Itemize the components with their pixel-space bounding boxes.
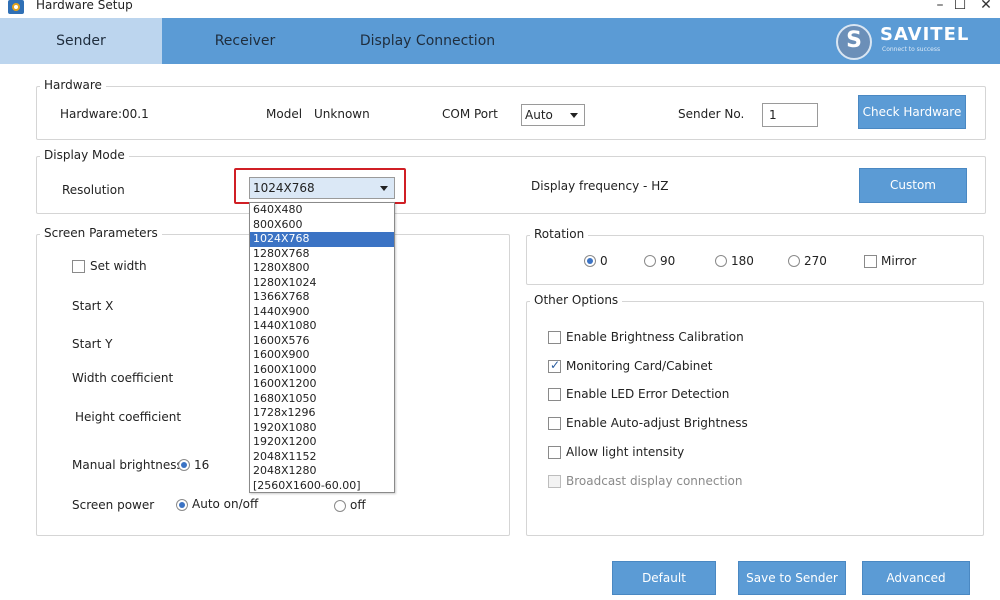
resolution-option[interactable]: 1280X1024 [250,276,394,291]
rotation-270-radio[interactable] [788,255,800,267]
rotation-180-radio[interactable] [715,255,727,267]
resolution-label: Resolution [62,183,125,197]
power-off-label: off [350,498,366,512]
resolution-option[interactable]: 1280X768 [250,247,394,262]
hardware-group-title: Hardware [40,78,106,92]
resolution-option[interactable]: 2048X1152 [250,450,394,465]
resolution-option[interactable]: 1440X900 [250,305,394,320]
resolution-option[interactable]: 1920X1200 [250,435,394,450]
rotation-0-radio[interactable] [584,255,596,267]
screen-power-label: Screen power [72,498,155,512]
sender-no-input[interactable]: 1 [762,103,818,127]
default-button[interactable]: Default [612,561,716,595]
logo-badge-icon: S [836,24,872,60]
light-intensity-label: Allow light intensity [566,445,685,459]
rotation-180-label: 180 [731,254,754,268]
resolution-option[interactable]: 1600X576 [250,334,394,349]
title-bar: Hardware Setup – ☐ ✕ [0,0,1000,18]
manual-brightness-value: 16 [194,458,210,472]
width-coefficient-label: Width coefficient [72,371,174,385]
advanced-button[interactable]: Advanced [862,561,970,595]
auto-adjust-brightness-label: Enable Auto-adjust Brightness [566,416,748,430]
logo-tagline: Connect to success [882,46,941,53]
power-auto-radio[interactable] [176,499,188,511]
power-off-radio[interactable] [334,500,346,512]
com-port-label: COM Port [442,107,498,121]
app-icon [8,0,24,14]
window-title: Hardware Setup [36,0,133,12]
resolution-option[interactable]: 1600X900 [250,348,394,363]
resolution-option[interactable]: 1600X1000 [250,363,394,378]
resolution-option[interactable]: 800X600 [250,218,394,233]
resolution-option[interactable]: 1366X768 [250,290,394,305]
mirror-label: Mirror [881,254,917,268]
com-port-select[interactable]: Auto [521,104,585,126]
chevron-down-icon [570,113,578,118]
model-label: Model [266,107,303,121]
save-to-sender-button[interactable]: Save to Sender [738,561,846,595]
monitoring-card-label: Monitoring Card/Cabinet [566,359,713,373]
resolution-option[interactable]: 1440X1080 [250,319,394,334]
hardware-group [36,86,986,140]
set-width-label: Set width [90,259,147,273]
display-mode-group [36,156,986,214]
broadcast-display-checkbox [548,475,561,488]
resolution-option[interactable]: 1600X1200 [250,377,394,392]
logo-name: SAVITEL [880,24,970,45]
custom-button[interactable]: Custom [859,168,967,203]
rotation-90-label: 90 [660,254,676,268]
maximize-button[interactable]: ☐ [950,0,970,15]
set-width-checkbox[interactable] [72,260,85,273]
rotation-group-title: Rotation [530,227,589,241]
resolution-option[interactable]: 2048X1280 [250,464,394,479]
light-intensity-checkbox[interactable] [548,446,561,459]
start-y-label: Start Y [72,337,113,351]
model-value: Unknown [314,107,370,121]
savitel-logo: S SAVITEL Connect to success [836,24,970,60]
rotation-0-label: 0 [600,254,608,268]
led-error-detection-checkbox[interactable] [548,388,561,401]
resolution-option[interactable]: [2560X1600-60.00] [250,479,394,494]
resolution-option[interactable]: 1680X1050 [250,392,394,407]
other-options-group-title: Other Options [530,293,623,307]
check-hardware-button[interactable]: Check Hardware [858,95,966,129]
tab-receiver[interactable]: Receiver [190,18,300,64]
rotation-90-radio[interactable] [644,255,656,267]
display-frequency-label: Display frequency - HZ [531,179,669,193]
resolution-option[interactable]: 1024X768 [250,232,394,247]
screen-parameters-group-title: Screen Parameters [40,226,162,240]
resolution-option[interactable]: 1280X800 [250,261,394,276]
monitoring-card-checkbox[interactable] [548,358,561,373]
manual-brightness-radio[interactable] [178,459,190,471]
resolution-dropdown-list: 640X480 800X600 1024X768 1280X768 1280X800 12… [249,202,395,493]
led-error-detection-label: Enable LED Error Detection [566,387,730,401]
minimize-button[interactable]: – [930,0,950,15]
brightness-calibration-label: Enable Brightness Calibration [566,330,744,344]
resolution-option[interactable]: 1728x1296 [250,406,394,421]
rotation-270-label: 270 [804,254,827,268]
auto-adjust-brightness-checkbox[interactable] [548,417,561,430]
display-mode-group-title: Display Mode [40,148,129,162]
hardware-label: Hardware:00.1 [60,107,149,121]
tab-display-connection[interactable]: Display Connection [350,18,505,64]
manual-brightness-label: Manual brightness: [72,458,187,472]
broadcast-display-label: Broadcast display connection [566,474,743,488]
highlight-box [234,168,406,204]
close-button[interactable]: ✕ [976,0,996,15]
resolution-option[interactable]: 640X480 [250,203,394,218]
brightness-calibration-checkbox[interactable] [548,331,561,344]
tab-sender[interactable]: Sender [0,18,162,64]
sender-no-label: Sender No. [678,107,745,121]
start-x-label: Start X [72,299,114,313]
power-auto-label: Auto on/off [192,497,259,511]
tab-bar: Sender Receiver Display Connection S SAV… [0,18,1000,64]
height-coefficient-label: Height coefficient [75,410,182,424]
resolution-option[interactable]: 1920X1080 [250,421,394,436]
mirror-checkbox[interactable] [864,255,877,268]
